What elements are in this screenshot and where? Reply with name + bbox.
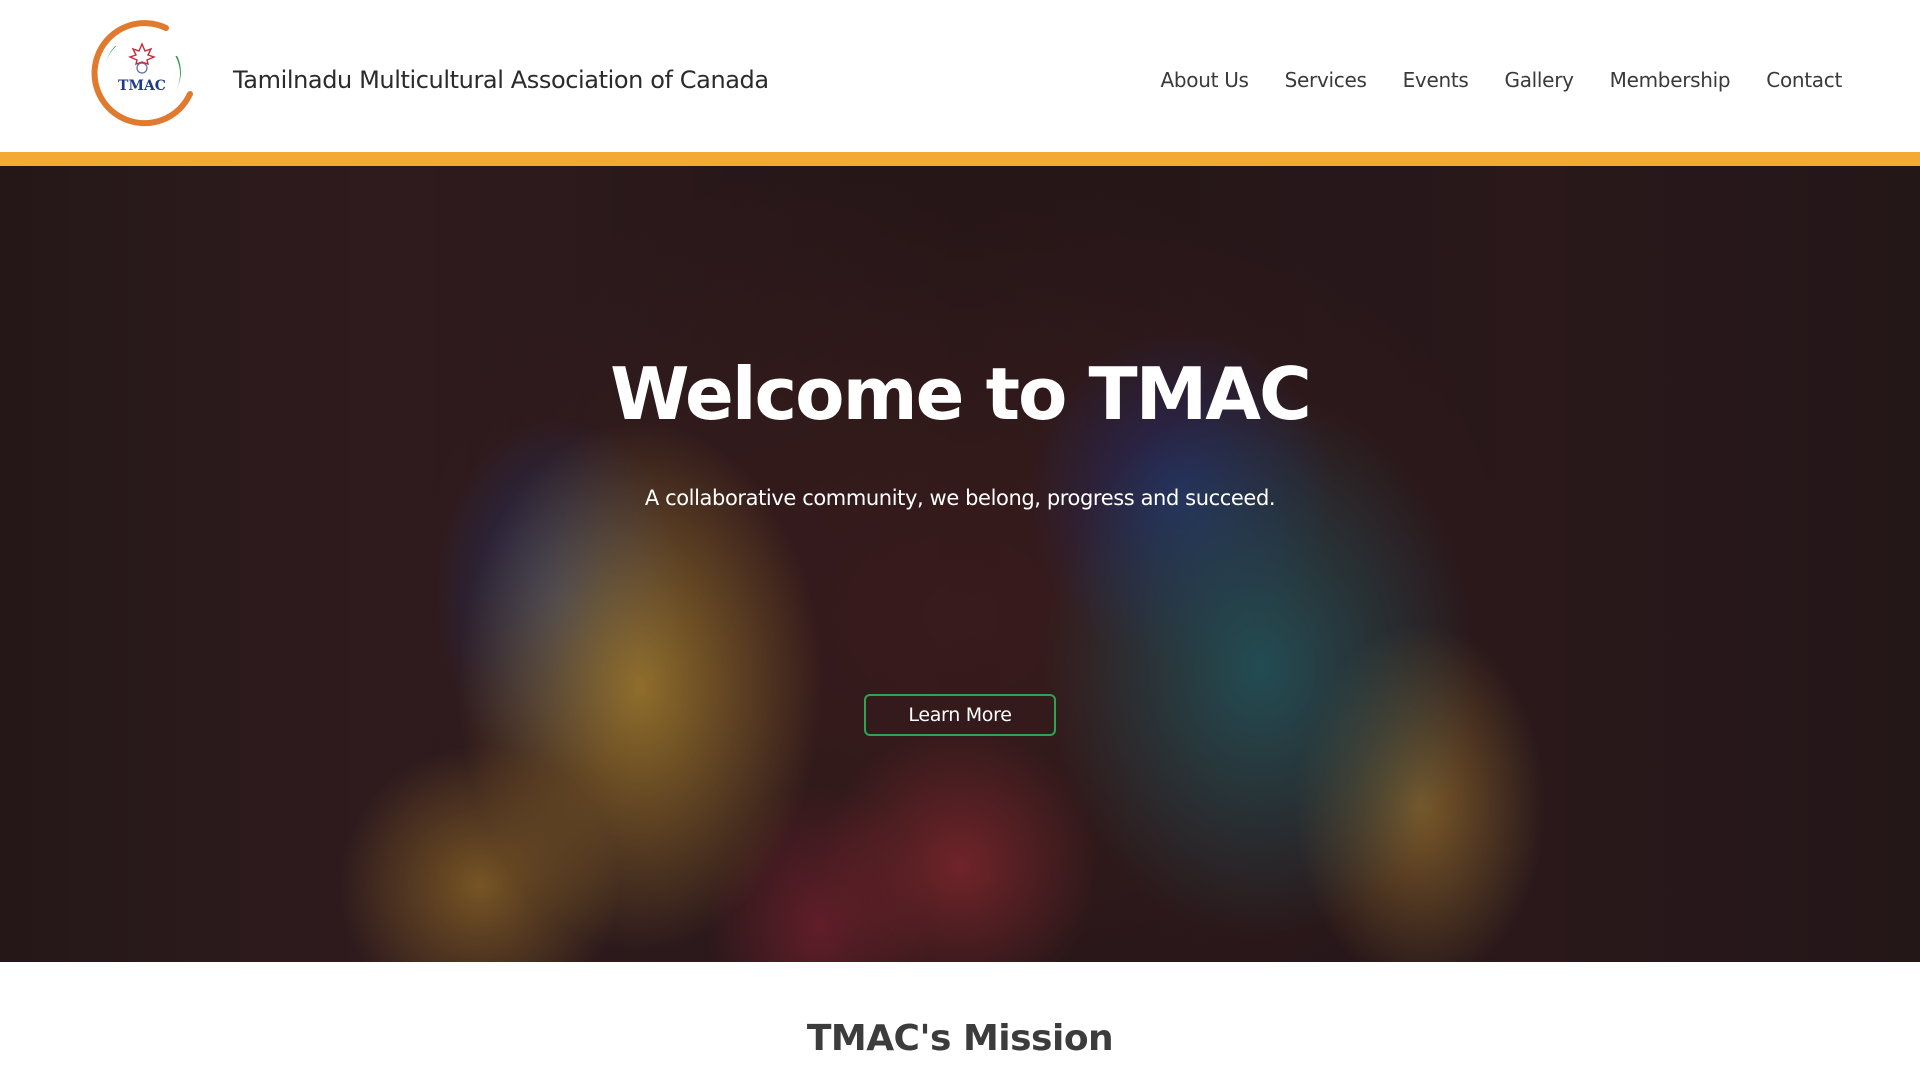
- main-nav: About Us Services Events Gallery Members…: [1125, 68, 1843, 92]
- learn-more-button[interactable]: Learn More: [864, 694, 1056, 736]
- tmac-logo[interactable]: TMAC: [86, 18, 198, 130]
- nav-membership[interactable]: Membership: [1610, 68, 1731, 92]
- header-accent-bar: [0, 152, 1920, 166]
- nav-about-us[interactable]: About Us: [1161, 68, 1249, 92]
- site-brand-name[interactable]: Tamilnadu Multicultural Association of C…: [233, 66, 769, 94]
- site-header: TMAC Tamilnadu Multicultural Association…: [0, 0, 1920, 152]
- hero-banner: Welcome to TMAC A collaborative communit…: [0, 166, 1920, 962]
- nav-contact[interactable]: Contact: [1766, 68, 1842, 92]
- nav-events[interactable]: Events: [1403, 68, 1469, 92]
- hero-background-image: [0, 166, 1920, 962]
- hero-title: Welcome to TMAC: [610, 352, 1312, 436]
- mission-heading: TMAC's Mission: [806, 1018, 1114, 1059]
- hero-subtitle: A collaborative community, we belong, pr…: [644, 486, 1276, 510]
- nav-services[interactable]: Services: [1285, 68, 1367, 92]
- logo-wordmark: TMAC: [118, 78, 166, 94]
- nav-gallery[interactable]: Gallery: [1505, 68, 1574, 92]
